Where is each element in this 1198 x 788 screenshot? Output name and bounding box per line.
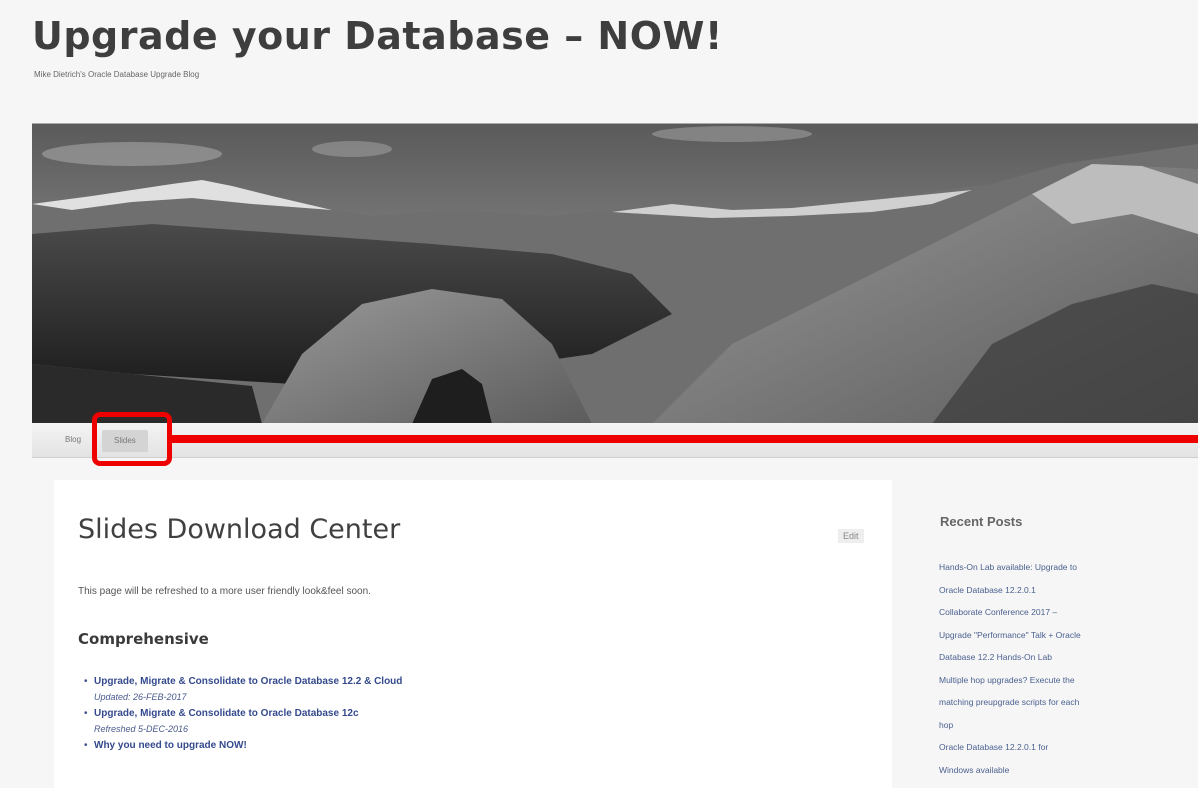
slide-link[interactable]: Why you need to upgrade NOW! xyxy=(94,740,402,751)
main-content: Slides Download Center Edit This page wi… xyxy=(54,480,892,788)
list-item: Why you need to upgrade NOW! xyxy=(84,740,402,751)
recent-post-link[interactable]: Collaborate Conference 2017 – xyxy=(939,601,1149,624)
intro-text: This page will be refreshed to a more us… xyxy=(78,586,371,597)
site-description: Mike Dietrich's Oracle Database Upgrade … xyxy=(34,70,200,79)
site-title[interactable]: Upgrade your Database – NOW! xyxy=(32,14,723,58)
recent-post-link[interactable]: Upgrade "Performance" Talk + Oracle xyxy=(939,624,1149,647)
slide-updated-note: Updated: 26-FEB-2017 xyxy=(94,692,187,702)
edit-button[interactable]: Edit xyxy=(838,529,864,543)
recent-post-link[interactable]: hop xyxy=(939,714,1149,737)
section-title: Comprehensive xyxy=(78,630,209,648)
recent-post-link[interactable]: Oracle Database 12.2.0.1 for xyxy=(939,736,1149,759)
page-title: Slides Download Center xyxy=(78,514,401,545)
list-item: Upgrade, Migrate & Consolidate to Oracle… xyxy=(84,708,402,734)
slide-link[interactable]: Upgrade, Migrate & Consolidate to Oracle… xyxy=(94,676,402,687)
header-mountain-image xyxy=(32,123,1198,424)
slide-link[interactable]: Upgrade, Migrate & Consolidate to Oracle… xyxy=(94,708,402,719)
nav-item-blog[interactable]: Blog xyxy=(65,423,81,457)
recent-posts-title: Recent Posts xyxy=(940,514,1023,529)
slides-link-list: Upgrade, Migrate & Consolidate to Oracle… xyxy=(84,676,402,757)
recent-post-link[interactable]: Hands-On Lab available: Upgrade to xyxy=(939,556,1149,579)
highlight-annotation-line xyxy=(172,435,1198,443)
recent-post-link[interactable]: Multiple hop upgrades? Execute the xyxy=(939,669,1149,692)
recent-post-link[interactable]: Database 12.2 Hands-On Lab xyxy=(939,646,1149,669)
recent-post-link[interactable]: Oracle Database 12.2.0.1 xyxy=(939,579,1149,602)
recent-post-link[interactable]: matching preupgrade scripts for each xyxy=(939,691,1149,714)
slide-updated-note: Refreshed 5-DEC-2016 xyxy=(94,724,189,734)
list-item: Upgrade, Migrate & Consolidate to Oracle… xyxy=(84,676,402,702)
highlight-annotation-box xyxy=(92,412,172,466)
recent-posts-list: Hands-On Lab available: Upgrade to Oracl… xyxy=(939,556,1149,781)
recent-post-link[interactable]: Windows available xyxy=(939,759,1149,782)
sidebar: Recent Posts Hands-On Lab available: Upg… xyxy=(915,480,1198,788)
